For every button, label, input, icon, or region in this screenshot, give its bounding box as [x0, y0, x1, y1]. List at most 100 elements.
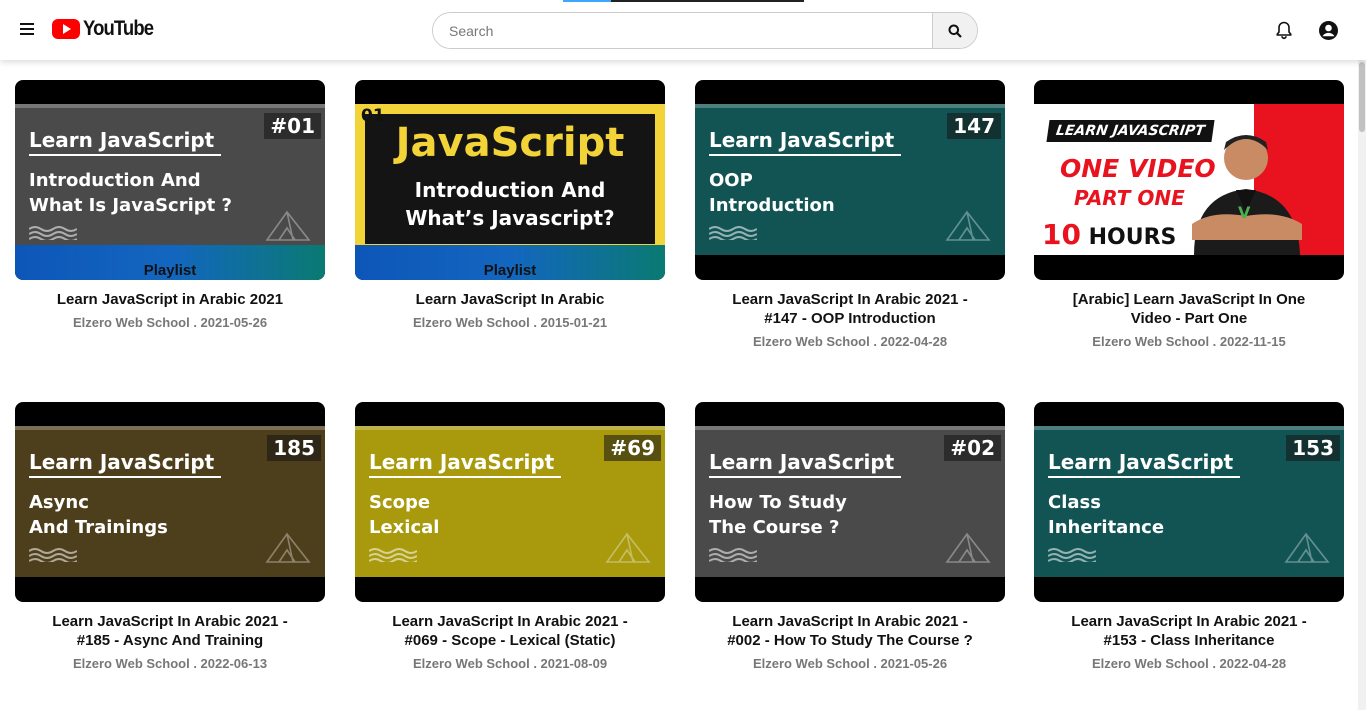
- thumbnail-underline: [709, 476, 901, 478]
- episode-number-badge: #01: [264, 113, 321, 139]
- bell-icon[interactable]: [1274, 20, 1294, 40]
- waves-icon: [369, 548, 417, 562]
- thumbnail-heading: Learn JavaScript: [29, 128, 215, 152]
- thumbnail-panel: Learn JavaScript Scope Lexical #69: [355, 426, 665, 577]
- video-meta: Elzero Web School . 2021-05-26: [752, 656, 948, 671]
- video-title[interactable]: Learn JavaScript In Arabic 2021 - #185 -…: [15, 612, 325, 650]
- waves-icon: [1048, 548, 1096, 562]
- video-card[interactable]: Learn JavaScript Class Inheritance 153 Lear…: [1034, 402, 1344, 671]
- video-thumbnail[interactable]: JavaScript Introduction And What’s Javasc…: [355, 80, 665, 280]
- tent-logo-icon: [945, 210, 991, 241]
- tent-logo-icon: [945, 532, 991, 563]
- video-info: Learn JavaScript In Arabic 2021 - #069 -…: [355, 602, 665, 671]
- video-card[interactable]: Learn JavaScript How To Study The Course …: [695, 402, 1005, 671]
- video-card[interactable]: Learn JavaScript OOP Introduction 147 Learn…: [695, 80, 1005, 349]
- video-card[interactable]: V LEARN JAVASCRIPT ONE VIDEO PART ONE 10 HOU…: [1034, 80, 1344, 349]
- thumbnail-subtitle: OOP Introduction: [709, 170, 835, 216]
- video-title[interactable]: Learn JavaScript In Arabic 2021 - #002 -…: [695, 612, 1005, 650]
- thumbnail-top-line: [15, 104, 325, 108]
- thumbnail-panel: Learn JavaScript OOP Introduction 147: [695, 104, 1005, 255]
- thumbnail-subtitle: Introduction And What’s Javascript?: [405, 178, 615, 230]
- video-title[interactable]: Learn JavaScript In Arabic 2021 - #069 -…: [355, 612, 665, 650]
- video-meta: Elzero Web School . 2022-04-28: [1091, 656, 1287, 671]
- thumbnail-underline: [29, 154, 221, 156]
- hours-label: HOURS: [1080, 225, 1177, 250]
- episode-number-badge: 01: [361, 106, 385, 126]
- thumbnail-panel: Learn JavaScript Introduction And What Is…: [15, 104, 325, 255]
- waves-icon: [29, 548, 77, 562]
- search-input[interactable]: [433, 13, 932, 48]
- thumbnail-subtitle: Scope Lexical: [369, 492, 440, 538]
- episode-number-badge: #02: [944, 435, 1001, 461]
- search-bar: [432, 12, 978, 49]
- video-thumbnail[interactable]: Learn JavaScript OOP Introduction 147: [695, 80, 1005, 280]
- thumbnail-subtitle: PART ONE: [1074, 186, 1185, 210]
- page-scrollbar[interactable]: [1358, 60, 1366, 710]
- scrollbar-thumb[interactable]: [1359, 62, 1365, 132]
- thumbnail-top-line: [15, 426, 325, 430]
- video-thumbnail[interactable]: Learn JavaScript Async And Trainings 185: [15, 402, 325, 602]
- video-meta: Elzero Web School . 2021-05-26: [72, 315, 268, 330]
- video-title[interactable]: [Arabic] Learn JavaScript In One Video -…: [1034, 290, 1344, 328]
- video-thumbnail[interactable]: V LEARN JAVASCRIPT ONE VIDEO PART ONE 10 HOU…: [1034, 80, 1344, 280]
- video-thumbnail[interactable]: Learn JavaScript Introduction And What Is…: [15, 80, 325, 280]
- loading-progress-bar: [563, 0, 804, 2]
- thumbnail-panel: Learn JavaScript Class Inheritance 153: [1034, 426, 1344, 577]
- thumbnail-heading: Learn JavaScript: [29, 450, 215, 474]
- thumbnail-heading: JavaScript: [395, 120, 625, 166]
- youtube-logo[interactable]: YouTube: [52, 17, 163, 41]
- thumbnail-underline: [369, 476, 561, 478]
- video-thumbnail[interactable]: Learn JavaScript Class Inheritance 153: [1034, 402, 1344, 602]
- video-info: Learn JavaScript In Arabic 2021 - #002 -…: [695, 602, 1005, 671]
- video-title[interactable]: Learn JavaScript In Arabic 2021 - #153 -…: [1034, 612, 1344, 650]
- thumbnail-underline: [709, 154, 901, 156]
- youtube-play-icon: [52, 19, 80, 39]
- search-icon: [948, 24, 962, 38]
- thumbnail-underline: [1048, 476, 1240, 478]
- thumbnail-subtitle: Introduction And What Is JavaScript ?: [29, 170, 232, 216]
- account-icon[interactable]: [1318, 20, 1339, 41]
- video-thumbnail[interactable]: Learn JavaScript Scope Lexical #69: [355, 402, 665, 602]
- episode-number-badge: 147: [947, 113, 1001, 139]
- playlist-label[interactable]: Playlist: [15, 261, 325, 280]
- thumbnail-hours: 10 HOURS: [1042, 218, 1176, 251]
- video-meta: Elzero Web School . 2021-08-09: [412, 656, 608, 671]
- thumbnail-subtitle: How To Study The Course ?: [709, 492, 847, 538]
- video-title[interactable]: Learn JavaScript in Arabic 2021: [15, 290, 325, 309]
- video-info: [Arabic] Learn JavaScript In One Video -…: [1034, 280, 1344, 349]
- video-thumbnail[interactable]: Learn JavaScript How To Study The Course …: [695, 402, 1005, 602]
- thumbnail-heading: Learn JavaScript: [1048, 450, 1234, 474]
- thumbnail-top-line: [695, 104, 1005, 108]
- thumbnail-heading: ONE VIDEO: [1060, 154, 1216, 183]
- video-info: Learn JavaScript in Arabic 2021 Elzero We…: [15, 280, 325, 330]
- episode-number-badge: 153: [1286, 435, 1340, 461]
- search-button[interactable]: [932, 13, 977, 48]
- video-title[interactable]: Learn JavaScript In Arabic: [355, 290, 665, 309]
- top-header: YouTube: [0, 0, 1366, 60]
- thumbnail-heading: Learn JavaScript: [709, 128, 895, 152]
- thumbnail-top-line: [355, 426, 665, 430]
- video-card[interactable]: JavaScript Introduction And What’s Javasc…: [355, 80, 665, 330]
- video-info: Learn JavaScript In Arabic 2021 - #153 -…: [1034, 602, 1344, 671]
- video-card[interactable]: Learn JavaScript Async And Trainings 185 Le…: [15, 402, 325, 671]
- thumbnail-underline: [29, 476, 221, 478]
- tent-logo-icon: [265, 532, 311, 563]
- thumbnail-panel: JavaScript Introduction And What’s Javasc…: [355, 104, 665, 255]
- video-card[interactable]: Learn JavaScript Introduction And What Is…: [15, 80, 325, 330]
- video-info: Learn JavaScript In Arabic 2021 - #185 -…: [15, 602, 325, 671]
- video-meta: Elzero Web School . 2022-04-28: [752, 334, 948, 349]
- episode-number-badge: #69: [604, 435, 661, 461]
- video-card[interactable]: Learn JavaScript Scope Lexical #69 Learn Ja…: [355, 402, 665, 671]
- video-title[interactable]: Learn JavaScript In Arabic 2021 - #147 -…: [695, 290, 1005, 328]
- thumbnail-panel: Learn JavaScript Async And Trainings 185: [15, 426, 325, 577]
- episode-number-badge: 185: [267, 435, 321, 461]
- menu-icon[interactable]: [20, 23, 34, 35]
- tent-logo-icon: [265, 210, 311, 241]
- thumbnail-heading: Learn JavaScript: [709, 450, 895, 474]
- tent-logo-icon: [605, 532, 651, 563]
- thumbnail-subtitle: Class Inheritance: [1048, 492, 1165, 538]
- playlist-label[interactable]: Playlist: [355, 261, 665, 280]
- logo-text: YouTube: [83, 17, 154, 40]
- presenter-image: V: [1192, 135, 1302, 255]
- video-meta: Elzero Web School . 2015-01-21: [412, 315, 608, 330]
